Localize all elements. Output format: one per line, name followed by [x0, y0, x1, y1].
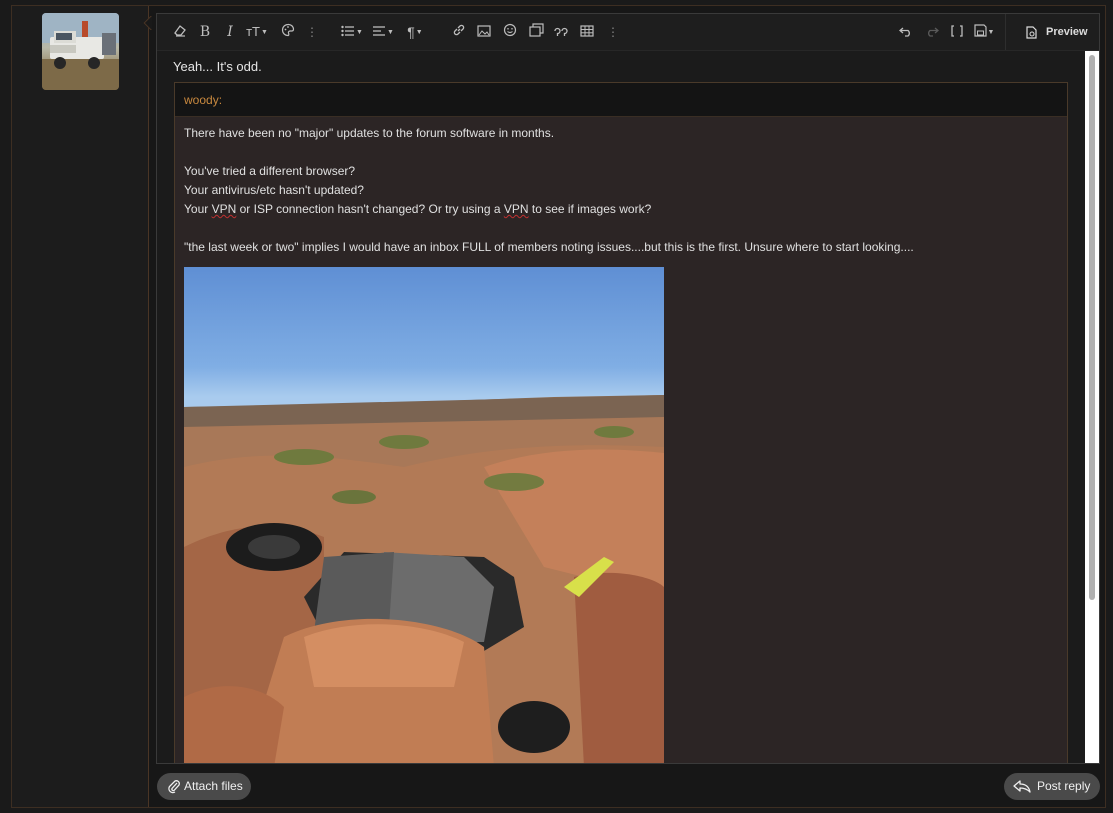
paragraph-icon[interactable]: ¶▼	[403, 22, 427, 42]
quote-line: "the last week or two" implies I would h…	[184, 240, 914, 254]
palette-icon[interactable]	[278, 22, 298, 42]
quote-line: You've tried a different browser?	[184, 164, 356, 178]
italic-icon[interactable]: I	[220, 22, 240, 42]
preview-icon	[1026, 26, 1037, 39]
rock-crawler-photo	[184, 395, 664, 763]
table-icon[interactable]	[577, 22, 597, 42]
text-size-icon[interactable]: тТ▼	[243, 22, 271, 42]
post-arrow	[142, 16, 152, 30]
list-icon[interactable]: ▼	[340, 22, 364, 42]
preview-button[interactable]: Preview	[1005, 14, 1099, 50]
attach-files-label: Attach files	[184, 779, 243, 793]
drafts-icon[interactable]: ▼	[972, 22, 996, 42]
reply-icon	[1013, 780, 1031, 793]
more-icon[interactable]: ⋮	[306, 22, 318, 42]
editor-content[interactable]: Yeah... It's odd. woody: There have been…	[157, 51, 1085, 763]
smiley-icon[interactable]	[500, 22, 520, 42]
preview-label: Preview	[1046, 26, 1088, 38]
quoted-photo[interactable]	[184, 267, 664, 763]
reply-text: Yeah... It's odd.	[173, 59, 262, 74]
user-column	[12, 6, 149, 807]
avatar-truck-image	[42, 13, 119, 90]
quote-line: Your antivirus/etc hasn't updated?	[184, 183, 364, 197]
text-size-glyph: тТ	[246, 24, 260, 39]
paperclip-icon	[168, 780, 180, 794]
quote-author: woody:	[175, 83, 1067, 117]
bbcode-icon[interactable]	[947, 22, 967, 42]
bold-icon[interactable]: B	[195, 22, 215, 42]
avatar[interactable]	[42, 13, 119, 90]
undo-icon[interactable]	[896, 22, 916, 42]
redo-icon[interactable]	[922, 22, 942, 42]
editor-scrollbar[interactable]	[1085, 51, 1099, 763]
editor-toolbar: B I тТ▼ ⋮ ▼ ▼ ¶▼ ⋮ ▼ Preview	[157, 14, 1099, 51]
reply-editor[interactable]: B I тТ▼ ⋮ ▼ ▼ ¶▼ ⋮ ▼ Preview Yeah... It'…	[156, 13, 1100, 764]
quote-icon[interactable]	[551, 22, 571, 42]
paragraph-glyph: ¶	[407, 24, 415, 40]
quote-line: There have been no "major" updates to th…	[184, 126, 555, 140]
attach-files-button[interactable]: Attach files	[157, 773, 251, 800]
eraser-icon[interactable]	[170, 22, 190, 42]
scrollbar-thumb[interactable]	[1089, 55, 1095, 600]
post-reply-button[interactable]: Post reply	[1004, 773, 1100, 800]
media-icon[interactable]	[526, 22, 546, 42]
quote-line-vpn: Your VPN or ISP connection hasn't change…	[184, 202, 652, 216]
image-icon[interactable]	[474, 22, 494, 42]
quote-body: There have been no "major" updates to th…	[175, 117, 1067, 763]
more-icon[interactable]: ⋮	[607, 22, 619, 42]
post-reply-label: Post reply	[1037, 779, 1091, 793]
align-icon[interactable]: ▼	[371, 22, 395, 42]
blockquote: woody: There have been no "major" update…	[174, 82, 1068, 763]
link-icon[interactable]	[449, 22, 469, 42]
